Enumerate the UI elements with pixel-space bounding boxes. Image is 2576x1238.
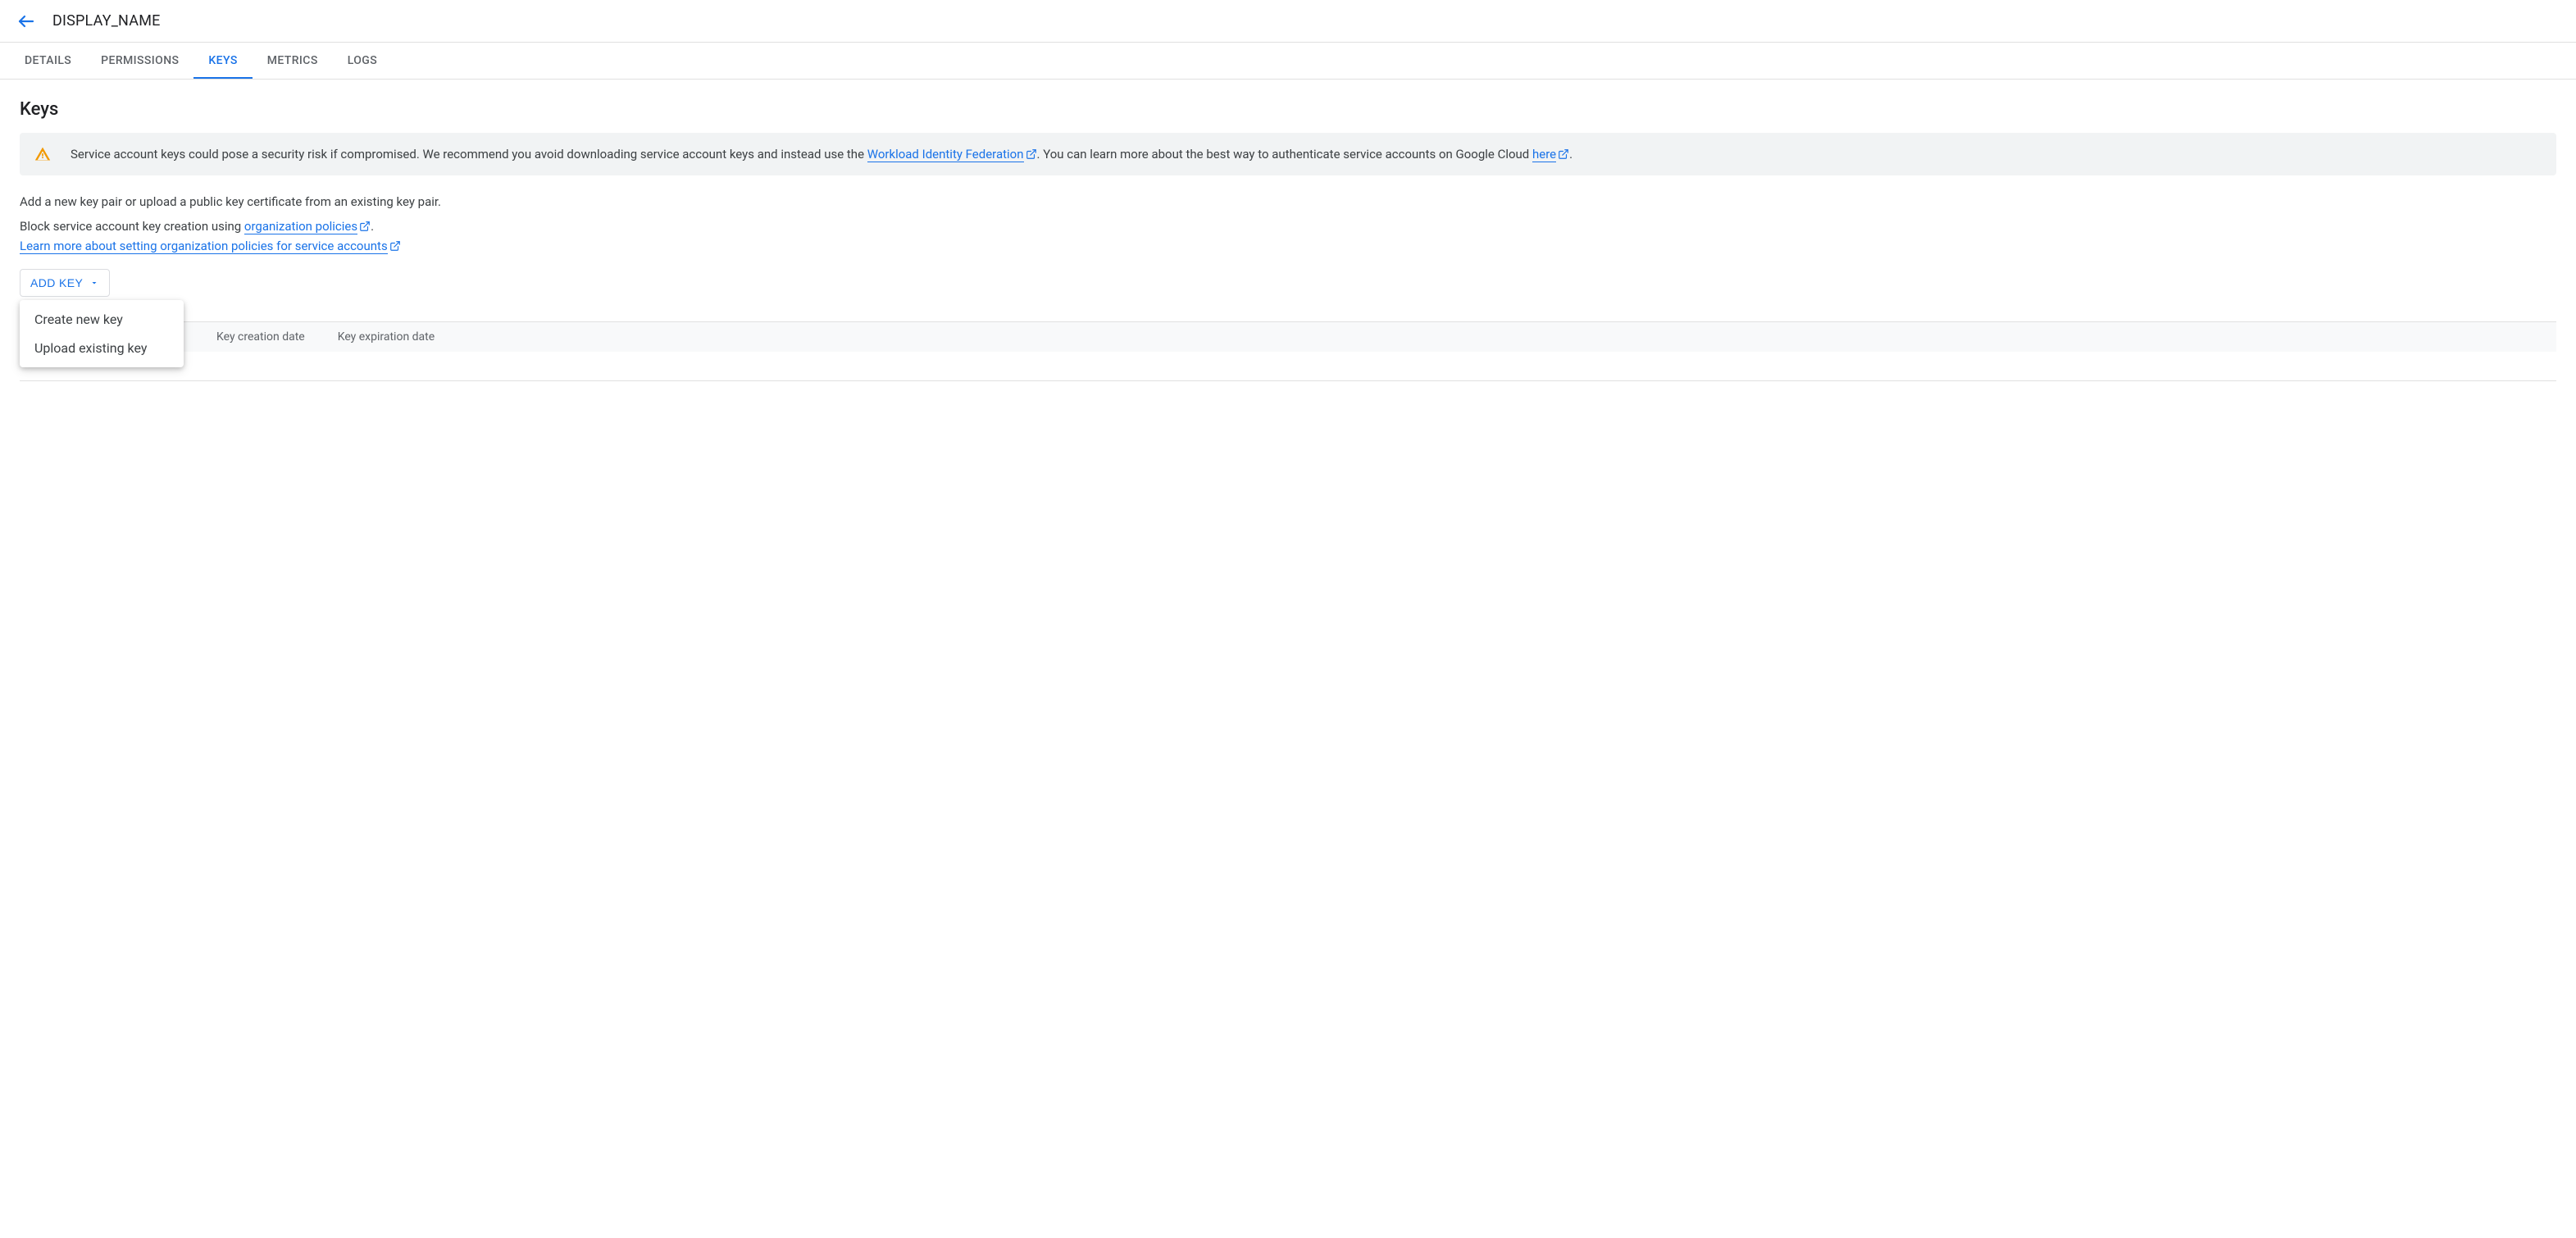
- tab-keys[interactable]: KEYS: [193, 43, 252, 79]
- external-link-icon: [359, 221, 371, 232]
- page-title: DISPLAY_NAME: [52, 12, 161, 30]
- organization-policies-link[interactable]: organization policies: [244, 219, 357, 234]
- tab-details[interactable]: DETAILS: [10, 43, 86, 79]
- here-link[interactable]: here: [1532, 147, 1556, 162]
- table-body-empty: [20, 352, 2556, 381]
- tabs-bar: DETAILS PERMISSIONS KEYS METRICS LOGS: [0, 43, 2576, 80]
- table-header-row: Key creation date Key expiration date: [20, 322, 2556, 352]
- tab-metrics[interactable]: METRICS: [253, 43, 333, 79]
- chevron-down-icon: [89, 278, 99, 288]
- learn-more-org-policies-link[interactable]: Learn more about setting organization po…: [20, 239, 388, 254]
- block-key-prefix: Block service account key creation using: [20, 219, 244, 234]
- warning-icon: [34, 146, 51, 162]
- tab-logs[interactable]: LOGS: [333, 43, 392, 79]
- page-header: DISPLAY_NAME: [0, 0, 2576, 43]
- create-new-key-menu-item[interactable]: Create new key: [20, 305, 184, 334]
- external-link-icon: [389, 240, 401, 252]
- section-heading: Keys: [20, 99, 2556, 120]
- back-arrow-icon[interactable]: [16, 11, 36, 31]
- workload-identity-federation-link[interactable]: Workload Identity Federation: [867, 147, 1024, 162]
- keys-table: Key creation date Key expiration date: [20, 321, 2556, 381]
- col-key-expiration-date: Key expiration date: [338, 330, 435, 344]
- warning-text-2: . You can learn more about the best way …: [1037, 147, 1532, 162]
- upload-existing-key-menu-item[interactable]: Upload existing key: [20, 334, 184, 362]
- warning-text-3: .: [1569, 147, 1572, 162]
- add-key-button[interactable]: ADD KEY: [20, 269, 110, 297]
- external-link-icon: [1026, 148, 1037, 160]
- tab-permissions[interactable]: PERMISSIONS: [86, 43, 193, 79]
- external-link-icon: [1558, 148, 1569, 160]
- warning-banner: Service account keys could pose a securi…: [20, 133, 2556, 175]
- col-key-creation-date: Key creation date: [216, 330, 305, 344]
- add-key-dropdown: Create new key Upload existing key: [20, 300, 184, 367]
- add-key-container: ADD KEY Create new key Upload existing k…: [20, 269, 2556, 297]
- content-area: Keys Service account keys could pose a s…: [0, 80, 2576, 396]
- add-key-button-label: ADD KEY: [30, 276, 83, 289]
- warning-text: Service account keys could pose a securi…: [71, 144, 1572, 164]
- block-key-suffix: .: [371, 219, 374, 234]
- warning-text-1: Service account keys could pose a securi…: [71, 147, 867, 162]
- add-key-description: Add a new key pair or upload a public ke…: [20, 192, 2556, 212]
- block-key-text: Block service account key creation using…: [20, 216, 2556, 256]
